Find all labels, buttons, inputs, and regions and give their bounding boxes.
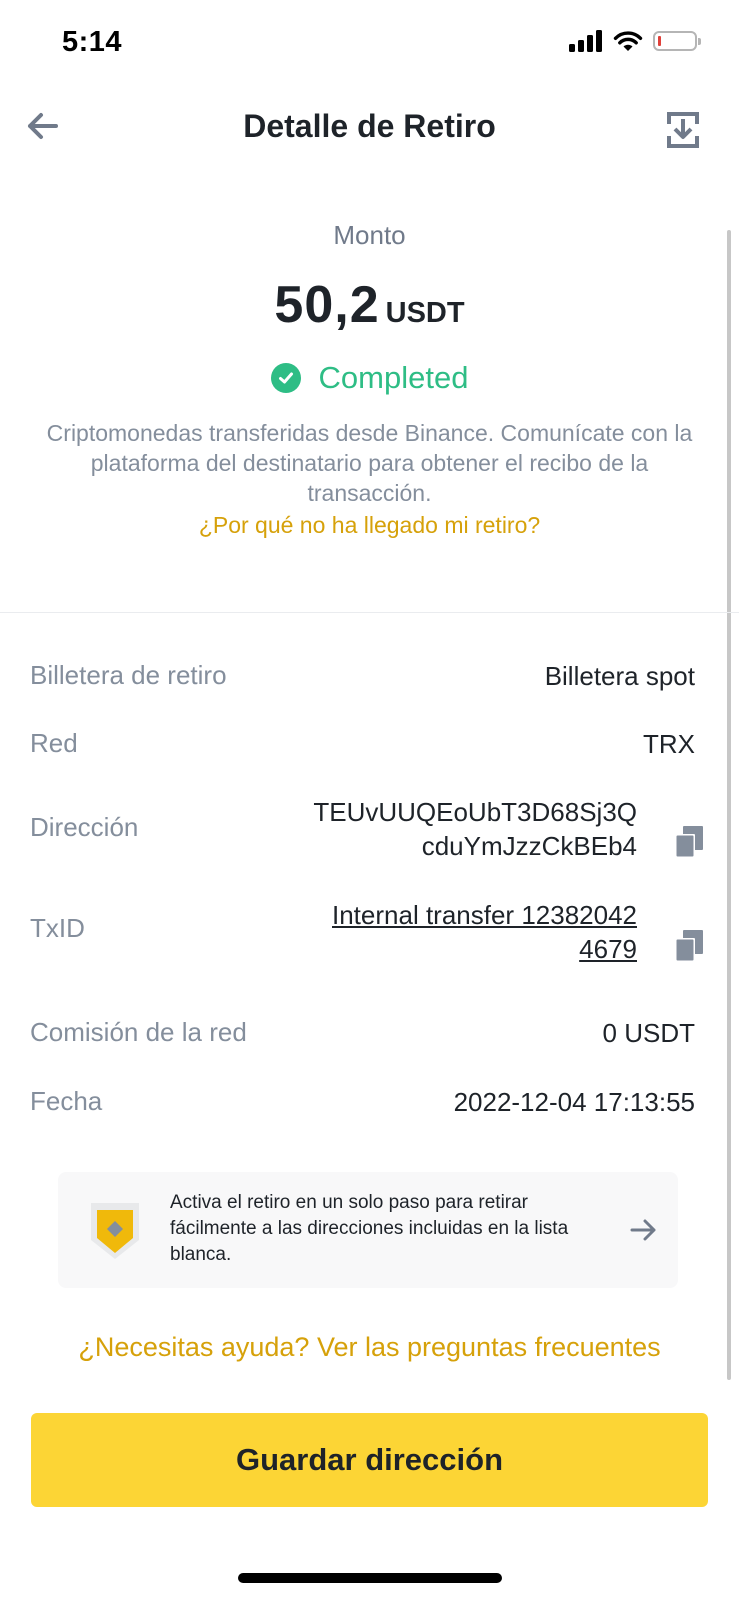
- status-description: Criptomonedas transferidas desde Binance…: [46, 420, 693, 506]
- save-address-button[interactable]: Guardar dirección: [31, 1413, 708, 1507]
- amount-display: 50,2 USDT: [0, 275, 739, 335]
- banner-text: Activa el retiro en un solo paso para re…: [170, 1192, 569, 1265]
- amount-value: 50,2: [274, 276, 380, 334]
- network-value: TRX: [643, 729, 695, 759]
- fee-value: 0 USDT: [602, 1018, 695, 1048]
- copy-txid-icon[interactable]: [674, 929, 704, 963]
- wallet-label: Billetera de retiro: [30, 660, 227, 690]
- amount-label: Monto: [333, 220, 406, 250]
- page-title: Detalle de Retiro: [243, 108, 496, 144]
- shield-icon: [91, 1203, 139, 1259]
- copy-address-icon[interactable]: [674, 825, 704, 859]
- status-icons: [569, 30, 701, 52]
- address-value: TEUvUUQEoUbT3D68Sj3Q cduYmJzzCkBEb4: [313, 795, 637, 863]
- address-line-2: cduYmJzzCkBEb4: [421, 831, 637, 861]
- download-export-icon[interactable]: [665, 110, 701, 150]
- txid-line-2[interactable]: 4679: [332, 932, 637, 966]
- arrow-right-icon[interactable]: [630, 1218, 658, 1242]
- status-time: 5:14: [62, 26, 123, 58]
- home-indicator[interactable]: [238, 1573, 502, 1583]
- status-row: Completed: [0, 360, 739, 396]
- scrollbar[interactable]: [727, 230, 731, 1380]
- txid-line-1[interactable]: Internal transfer 12382042: [332, 898, 637, 932]
- date-label: Fecha: [30, 1086, 103, 1116]
- address-label: Dirección: [30, 812, 139, 842]
- wallet-value: Billetera spot: [544, 661, 695, 691]
- divider: [0, 612, 739, 613]
- battery-low-icon: [653, 31, 701, 51]
- faq-link[interactable]: ¿Necesitas ayuda? Ver las preguntas frec…: [0, 1332, 739, 1363]
- txid-value[interactable]: Internal transfer 12382042 4679: [332, 898, 637, 966]
- wifi-icon: [613, 31, 643, 51]
- status-text: Completed: [318, 360, 469, 395]
- why-not-arrived-link[interactable]: ¿Por qué no ha llegado mi retiro?: [0, 512, 739, 539]
- cellular-signal-icon: [569, 30, 602, 52]
- address-line-1: TEUvUUQEoUbT3D68Sj3Q: [313, 797, 637, 827]
- check-circle-icon: [270, 363, 301, 393]
- network-label: Red: [30, 728, 78, 758]
- date-value: 2022-12-04 17:13:55: [453, 1087, 695, 1117]
- txid-label: TxID: [30, 913, 85, 943]
- amount-currency: USDT: [385, 297, 465, 329]
- fee-label: Comisión de la red: [30, 1017, 247, 1047]
